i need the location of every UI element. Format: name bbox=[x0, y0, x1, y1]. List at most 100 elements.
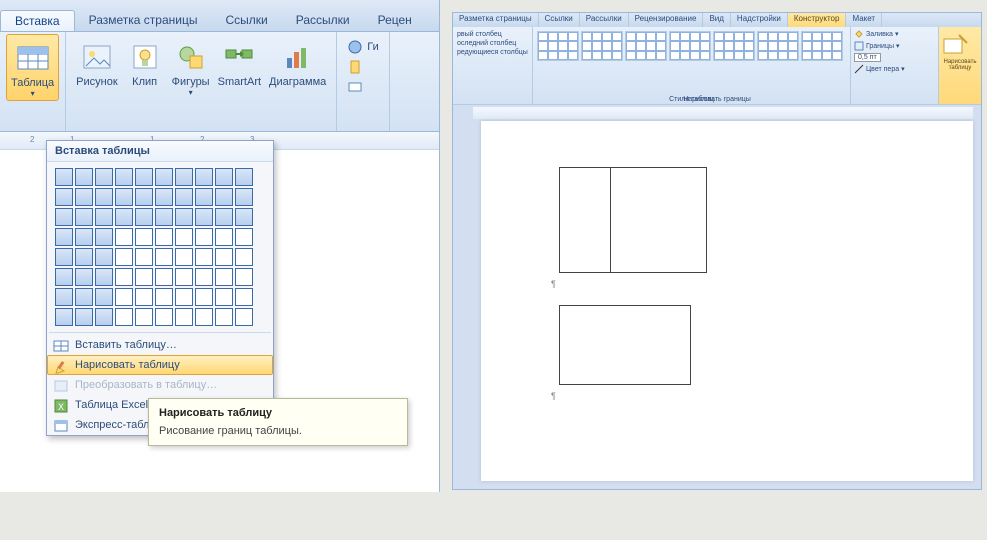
grid-cell[interactable] bbox=[235, 168, 253, 186]
chart-button[interactable]: Диаграмма bbox=[265, 34, 330, 90]
opt-last-column[interactable]: оследний столбец bbox=[457, 40, 528, 47]
grid-cell[interactable] bbox=[195, 288, 213, 306]
grid-cell[interactable] bbox=[115, 308, 133, 326]
grid-cell[interactable] bbox=[155, 268, 173, 286]
pen-width-select[interactable]: 0,5 пт bbox=[854, 53, 935, 62]
table-style-thumb[interactable] bbox=[537, 31, 579, 61]
grid-cell[interactable] bbox=[55, 288, 73, 306]
table-style-thumb[interactable] bbox=[713, 31, 755, 61]
grid-cell[interactable] bbox=[175, 248, 193, 266]
tab-insert[interactable]: Вставка bbox=[0, 10, 75, 31]
grid-cell[interactable] bbox=[175, 308, 193, 326]
grid-cell[interactable] bbox=[55, 268, 73, 286]
tab-view-r[interactable]: Вид bbox=[703, 13, 730, 27]
tab-review[interactable]: Рецен bbox=[364, 10, 426, 31]
table-styles-gallery[interactable]: Стили таблиц bbox=[533, 27, 851, 104]
tab-mailings-r[interactable]: Рассылки bbox=[580, 13, 629, 27]
table-style-thumb[interactable] bbox=[801, 31, 843, 61]
grid-cell[interactable] bbox=[195, 188, 213, 206]
grid-cell[interactable] bbox=[155, 308, 173, 326]
grid-cell[interactable] bbox=[195, 308, 213, 326]
opt-first-column[interactable]: рвый столбец bbox=[457, 31, 528, 38]
grid-cell[interactable] bbox=[55, 208, 73, 226]
grid-cell[interactable] bbox=[195, 168, 213, 186]
grid-cell[interactable] bbox=[155, 248, 173, 266]
menu-draw-table[interactable]: Нарисовать таблицу bbox=[47, 355, 273, 375]
grid-cell[interactable] bbox=[135, 208, 153, 226]
grid-cell[interactable] bbox=[235, 308, 253, 326]
grid-cell[interactable] bbox=[215, 188, 233, 206]
draw-table-button[interactable]: Нарисовать таблицу bbox=[939, 27, 981, 104]
table-2[interactable] bbox=[559, 305, 691, 385]
grid-cell[interactable] bbox=[195, 228, 213, 246]
grid-cell[interactable] bbox=[95, 288, 113, 306]
grid-cell[interactable] bbox=[115, 228, 133, 246]
grid-cell[interactable] bbox=[215, 208, 233, 226]
tab-design-r[interactable]: Конструктор bbox=[788, 13, 847, 27]
grid-cell[interactable] bbox=[55, 168, 73, 186]
cross-ref-item[interactable] bbox=[345, 78, 380, 96]
grid-cell[interactable] bbox=[235, 288, 253, 306]
grid-cell[interactable] bbox=[75, 268, 93, 286]
fill-button[interactable]: Заливка▾ bbox=[854, 29, 935, 39]
grid-cell[interactable] bbox=[55, 228, 73, 246]
table-button[interactable]: Таблица ▾ bbox=[6, 34, 59, 101]
grid-cell[interactable] bbox=[95, 268, 113, 286]
grid-cell[interactable] bbox=[155, 188, 173, 206]
grid-cell[interactable] bbox=[135, 268, 153, 286]
grid-cell[interactable] bbox=[115, 208, 133, 226]
grid-cell[interactable] bbox=[215, 308, 233, 326]
grid-cell[interactable] bbox=[115, 188, 133, 206]
borders-button[interactable]: Границы▾ bbox=[854, 41, 935, 51]
grid-cell[interactable] bbox=[95, 188, 113, 206]
grid-cell[interactable] bbox=[155, 168, 173, 186]
horizontal-ruler-right[interactable] bbox=[473, 107, 973, 119]
menu-insert-table[interactable]: Вставить таблицу… bbox=[47, 335, 273, 355]
table-style-thumb[interactable] bbox=[581, 31, 623, 61]
grid-cell[interactable] bbox=[175, 188, 193, 206]
grid-cell[interactable] bbox=[235, 248, 253, 266]
picture-button[interactable]: Рисунок bbox=[72, 34, 122, 90]
clip-button[interactable]: Клип bbox=[122, 34, 168, 90]
grid-cell[interactable] bbox=[235, 188, 253, 206]
grid-cell[interactable] bbox=[115, 168, 133, 186]
grid-cell[interactable] bbox=[175, 168, 193, 186]
grid-cell[interactable] bbox=[95, 248, 113, 266]
grid-cell[interactable] bbox=[75, 248, 93, 266]
grid-cell[interactable] bbox=[115, 288, 133, 306]
document-page[interactable]: ¶ ¶ bbox=[481, 121, 973, 481]
grid-cell[interactable] bbox=[195, 248, 213, 266]
grid-cell[interactable] bbox=[175, 228, 193, 246]
grid-cell[interactable] bbox=[235, 228, 253, 246]
table-style-thumb[interactable] bbox=[757, 31, 799, 61]
grid-cell[interactable] bbox=[155, 228, 173, 246]
grid-cell[interactable] bbox=[175, 208, 193, 226]
grid-cell[interactable] bbox=[95, 308, 113, 326]
grid-cell[interactable] bbox=[95, 208, 113, 226]
tab-references-r[interactable]: Ссылки bbox=[539, 13, 580, 27]
tab-page-layout[interactable]: Разметка страницы bbox=[75, 10, 212, 31]
tab-layout-r[interactable]: Макет bbox=[846, 13, 882, 27]
grid-cell[interactable] bbox=[135, 248, 153, 266]
tab-review-r[interactable]: Рецензирование bbox=[629, 13, 704, 27]
hyperlink-item[interactable]: Ги bbox=[345, 38, 380, 56]
grid-cell[interactable] bbox=[215, 268, 233, 286]
grid-cell[interactable] bbox=[95, 228, 113, 246]
grid-cell[interactable] bbox=[215, 168, 233, 186]
grid-cell[interactable] bbox=[155, 208, 173, 226]
smartart-button[interactable]: SmartArt bbox=[214, 34, 265, 90]
table-style-thumb[interactable] bbox=[669, 31, 711, 61]
table-1[interactable] bbox=[559, 167, 707, 273]
grid-cell[interactable] bbox=[195, 208, 213, 226]
tab-references[interactable]: Ссылки bbox=[211, 10, 281, 31]
pen-color-button[interactable]: Цвет пера▾ bbox=[854, 64, 935, 74]
grid-cell[interactable] bbox=[235, 268, 253, 286]
grid-cell[interactable] bbox=[215, 228, 233, 246]
grid-cell[interactable] bbox=[135, 188, 153, 206]
grid-cell[interactable] bbox=[195, 268, 213, 286]
grid-cell[interactable] bbox=[75, 168, 93, 186]
grid-cell[interactable] bbox=[135, 308, 153, 326]
shapes-button[interactable]: Фигуры ▾ bbox=[168, 34, 214, 99]
grid-cell[interactable] bbox=[55, 308, 73, 326]
bookmark-item[interactable] bbox=[345, 58, 380, 76]
